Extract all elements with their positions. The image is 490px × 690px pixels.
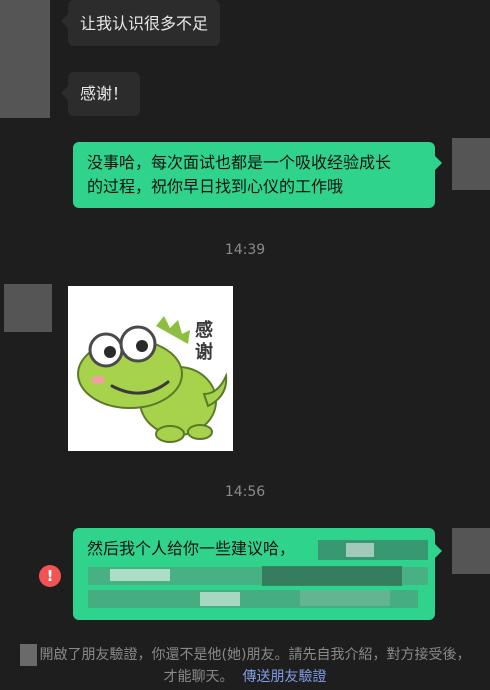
my-avatar[interactable] <box>452 528 490 574</box>
message-text-line: 的过程，祝你早日找到心仪的工作哦 <box>87 177 344 196</box>
message-text-line: 没事哈，每次面试也都是一个吸收经验成长 <box>87 153 392 172</box>
sticker-image[interactable]: 感谢 <box>68 286 233 451</box>
bubble-tail <box>61 86 68 100</box>
frog-sticker-icon <box>77 316 228 443</box>
bubble-tail <box>61 14 68 28</box>
timestamp: 14:56 <box>224 484 266 500</box>
message-text: 让我认识很多不足 <box>80 14 209 33</box>
notice-text-line2: 才能聊天。 <box>163 669 234 685</box>
send-failed-icon[interactable]: ! <box>39 565 61 587</box>
contact-avatar[interactable] <box>4 284 52 332</box>
incoming-message-bubble[interactable]: 感谢！ <box>68 72 141 116</box>
sticker-caption: 感谢 <box>195 320 213 363</box>
timestamp: 14:39 <box>224 242 266 258</box>
friend-verification-notice: 開啟了朋友驗證，你還不是他(她)朋友。請先自我介紹，對方接受後， 才能聊天。 傳… <box>0 644 490 688</box>
contact-avatar[interactable] <box>0 0 50 118</box>
notice-text-line1: 開啟了朋友驗證，你還不是他(她)朋友。請先自我介紹，對方接受後， <box>39 647 471 663</box>
outgoing-message-bubble[interactable]: 没事哈，每次面试也都是一个吸收经验成长 的过程，祝你早日找到心仪的工作哦 <box>73 142 435 208</box>
send-verification-link[interactable]: 傳送朋友驗證 <box>242 669 326 685</box>
incoming-message-bubble[interactable]: 让我认识很多不足 <box>68 0 221 46</box>
system-notice-icon <box>19 644 37 666</box>
bubble-tail <box>435 544 442 558</box>
bubble-tail <box>435 156 442 170</box>
message-text: 感谢！ <box>80 84 129 103</box>
my-avatar[interactable] <box>452 138 490 190</box>
